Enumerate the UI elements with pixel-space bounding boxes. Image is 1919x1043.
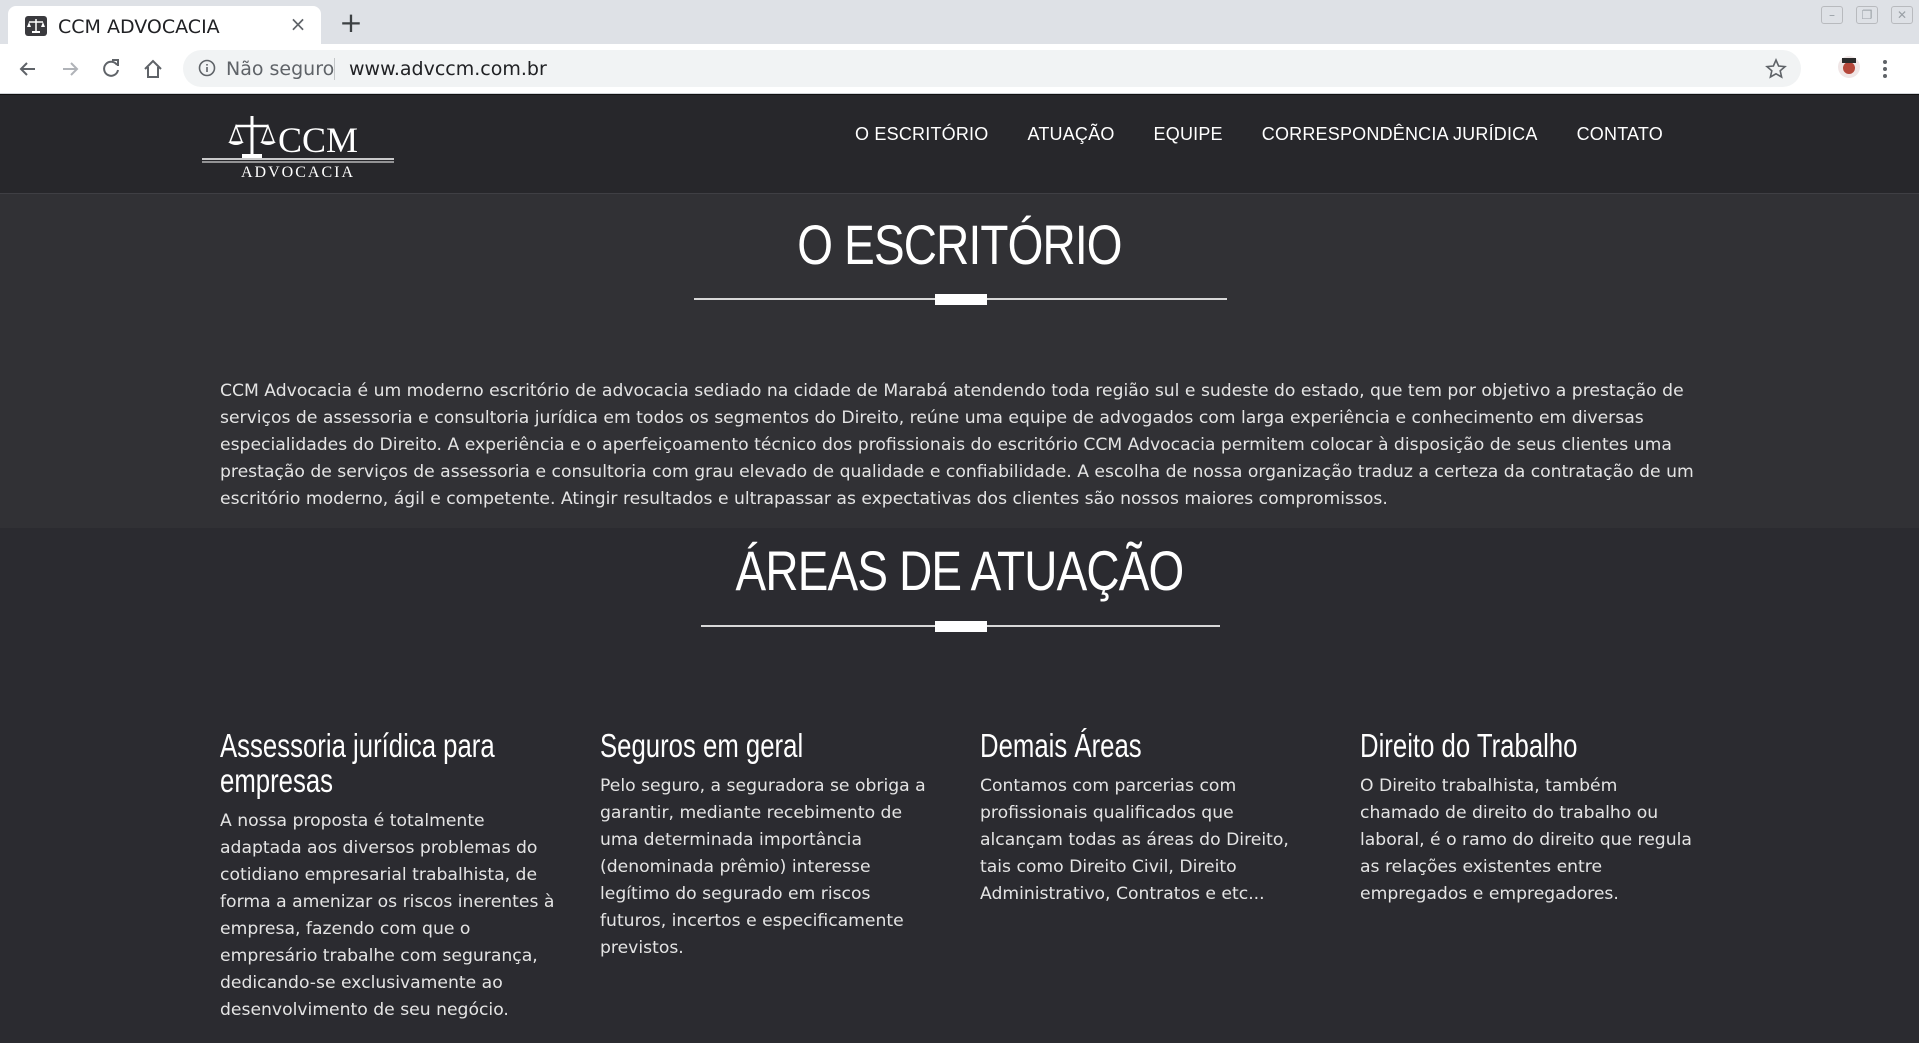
reload-icon[interactable] bbox=[98, 56, 124, 82]
ccm-advocacia-logo[interactable]: CCM ADVOCACIA bbox=[202, 112, 394, 180]
bookmark-star-icon[interactable] bbox=[1765, 58, 1787, 80]
area-card-text: O Direito trabalhista, também chamado de… bbox=[1360, 776, 1692, 904]
home-icon[interactable] bbox=[140, 56, 166, 82]
address-separator bbox=[334, 58, 335, 80]
tab-title: CCM ADVOCACIA bbox=[58, 16, 220, 38]
forward-arrow-icon[interactable] bbox=[57, 56, 83, 82]
nav-item-contato[interactable]: CONTATO bbox=[1577, 124, 1663, 145]
area-card: Direito do Trabalho O Direito trabalhist… bbox=[1360, 728, 1700, 908]
area-card: Seguros em geral Pelo seguro, a segurado… bbox=[600, 728, 940, 962]
browser-toolbar: Não seguro www.advccm.com.br bbox=[0, 44, 1919, 94]
areas-title-accent bbox=[935, 621, 987, 632]
url-text[interactable]: www.advccm.com.br bbox=[349, 58, 547, 80]
nav-item-atuacao[interactable]: ATUAÇÃO bbox=[1027, 124, 1114, 145]
browser-tab-bar: CCM ADVOCACIA × + – ❐ ✕ bbox=[0, 0, 1919, 44]
area-card-title: Seguros em geral bbox=[600, 727, 804, 764]
area-card-text: A nossa proposta é totalmente adaptada a… bbox=[220, 811, 555, 1020]
areas-title: ÁREAS DE ATUAÇÃO bbox=[735, 539, 1185, 602]
more-menu-icon[interactable] bbox=[1880, 56, 1890, 82]
area-card-text: Contamos com parcerias com profissionais… bbox=[980, 776, 1289, 904]
security-label[interactable]: Não seguro bbox=[226, 58, 334, 80]
logo-subtext: ADVOCACIA bbox=[241, 164, 355, 180]
area-card-text: Pelo seguro, a seguradora se obriga a ga… bbox=[600, 776, 926, 958]
area-card-title: Assessoria jurídica para empresas bbox=[220, 727, 495, 799]
area-card-title: Direito do Trabalho bbox=[1360, 727, 1578, 764]
address-bar[interactable]: Não seguro www.advccm.com.br bbox=[183, 50, 1801, 87]
browser-tab[interactable]: CCM ADVOCACIA × bbox=[8, 6, 321, 44]
nav-item-equipe[interactable]: EQUIPE bbox=[1154, 124, 1223, 145]
back-arrow-icon[interactable] bbox=[15, 56, 41, 82]
nav-item-escritorio[interactable]: O ESCRITÓRIO bbox=[855, 124, 988, 145]
tab-close-icon[interactable]: × bbox=[287, 13, 309, 35]
info-icon[interactable] bbox=[198, 59, 216, 77]
escritorio-title: O ESCRITÓRIO bbox=[797, 213, 1122, 276]
scales-favicon-icon bbox=[25, 16, 47, 36]
close-window-icon[interactable]: ✕ bbox=[1891, 6, 1913, 24]
new-tab-button[interactable]: + bbox=[336, 8, 366, 38]
logo-text: CCM bbox=[278, 120, 358, 160]
extension-icon[interactable] bbox=[1836, 54, 1862, 80]
restore-icon[interactable]: ❐ bbox=[1856, 6, 1878, 24]
minimize-icon[interactable]: – bbox=[1821, 6, 1843, 24]
escritorio-title-accent bbox=[935, 294, 987, 305]
area-card: Assessoria jurídica para empresas A noss… bbox=[220, 728, 560, 1024]
escritorio-text: CCM Advocacia é um moderno escritório de… bbox=[220, 381, 1694, 509]
main-nav: O ESCRITÓRIO ATUAÇÃO EQUIPE CORRESPONDÊN… bbox=[855, 124, 1663, 145]
area-card: Demais Áreas Contamos com parcerias com … bbox=[980, 728, 1320, 908]
area-card-title: Demais Áreas bbox=[980, 727, 1142, 764]
nav-item-correspondencia[interactable]: CORRESPONDÊNCIA JURÍDICA bbox=[1262, 124, 1538, 145]
